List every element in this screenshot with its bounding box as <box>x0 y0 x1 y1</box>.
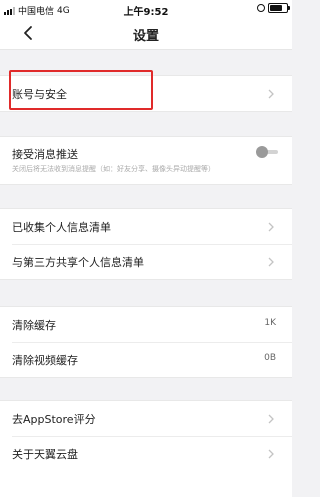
account-security-item[interactable]: 账号与安全 <box>0 76 292 111</box>
clear-video-cache-value: 0B <box>264 353 276 363</box>
collected-info-item[interactable]: 已收集个人信息清单 <box>0 209 292 244</box>
rate-app-item[interactable]: 去AppStore评分 <box>0 401 292 436</box>
clear-cache-value: 1K <box>264 318 276 328</box>
chevron-right-icon <box>268 222 274 232</box>
shared-info-label: 与第三方共享个人信息清单 <box>12 256 144 269</box>
clear-video-cache-label: 清除视频缓存 <box>12 354 78 367</box>
chevron-right-icon <box>268 414 274 424</box>
shared-info-item[interactable]: 与第三方共享个人信息清单 <box>0 244 292 279</box>
status-right <box>257 3 290 13</box>
nav-bar: 设置 <box>0 18 292 50</box>
status-bar: 中国电信 4G 上午9:52 <box>0 0 292 18</box>
chevron-right-icon <box>268 89 274 99</box>
rate-app-label: 去AppStore评分 <box>12 413 96 426</box>
push-label: 接受消息推送 <box>12 148 78 161</box>
push-toggle[interactable] <box>256 146 278 158</box>
battery-icon <box>268 3 290 13</box>
battery-fill <box>270 5 282 11</box>
clear-video-cache-item[interactable]: 清除视频缓存 0B <box>0 342 292 377</box>
toggle-knob <box>256 146 268 158</box>
status-time: 上午9:52 <box>123 7 169 18</box>
about-app-item[interactable]: 关于天翼云盘 <box>0 436 292 471</box>
clear-cache-label: 清除缓存 <box>12 319 56 332</box>
privacy-section: 已收集个人信息清单 与第三方共享个人信息清单 <box>0 208 292 280</box>
clear-cache-item[interactable]: 清除缓存 1K <box>0 307 292 342</box>
collected-info-label: 已收集个人信息清单 <box>12 221 111 234</box>
chevron-right-icon <box>268 257 274 267</box>
chevron-right-icon <box>268 449 274 459</box>
push-sublabel: 关闭后将无法收到消息提醒（如：好友分享、摄像头异动提醒等） <box>12 165 215 173</box>
cache-section: 清除缓存 1K 清除视频缓存 0B <box>0 306 292 378</box>
push-item: 接受消息推送 关闭后将无法收到消息提醒（如：好友分享、摄像头异动提醒等） <box>0 137 292 184</box>
push-section: 接受消息推送 关闭后将无法收到消息提醒（如：好友分享、摄像头异动提醒等） <box>0 136 292 185</box>
about-section: 去AppStore评分 关于天翼云盘 <box>0 400 292 497</box>
account-section: 账号与安全 <box>0 75 292 112</box>
page-title: 设置 <box>132 29 159 44</box>
alarm-icon <box>257 4 265 12</box>
account-security-label: 账号与安全 <box>12 88 67 101</box>
about-app-label: 关于天翼云盘 <box>12 448 78 461</box>
